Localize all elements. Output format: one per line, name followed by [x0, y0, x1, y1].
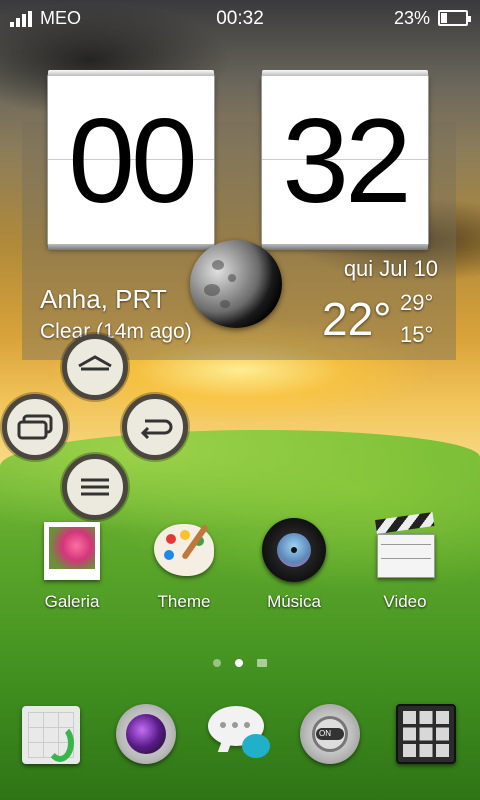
app-drawer-icon[interactable]: [394, 702, 458, 766]
home-button[interactable]: [62, 334, 128, 400]
back-icon: [140, 419, 173, 440]
battery-icon: [438, 10, 471, 26]
music-disc-icon: [262, 518, 326, 582]
messages-icon[interactable]: [206, 702, 270, 766]
app-label: Galeria: [44, 592, 100, 611]
current-temperature: 22°: [322, 293, 392, 345]
app-label: Theme: [157, 592, 211, 611]
status-bar[interactable]: MEO 00:32 23%: [0, 0, 480, 38]
page-dot-active[interactable]: [235, 659, 243, 667]
flip-clock-minutes[interactable]: 32: [262, 70, 428, 250]
clock-minutes: 32: [282, 94, 411, 228]
app-theme[interactable]: Theme: [129, 518, 239, 612]
app-musica[interactable]: Música: [239, 518, 349, 612]
high-temperature: 29°: [400, 290, 434, 315]
clock-hours: 00: [68, 94, 197, 228]
app-label: Música: [267, 592, 321, 611]
page-dot[interactable]: [213, 659, 221, 667]
phone-dialer-icon[interactable]: [20, 702, 84, 766]
camera-icon[interactable]: [114, 702, 178, 766]
app-video[interactable]: Video: [350, 512, 460, 612]
settings-icon[interactable]: ON: [298, 702, 362, 766]
clapperboard-icon: [373, 512, 437, 582]
weather-location: Anha, PRT: [40, 284, 167, 314]
page-indicator[interactable]: [0, 654, 480, 672]
flip-clock-hours[interactable]: 00: [48, 70, 214, 250]
moon-icon: [190, 240, 282, 328]
battery-percentage: 23%: [393, 8, 430, 28]
recent-apps-icon: [17, 414, 53, 440]
home-icon: [78, 355, 112, 371]
low-temperature: 15°: [400, 322, 434, 347]
palette-icon: [152, 518, 216, 582]
recent-apps-button[interactable]: [2, 394, 68, 460]
widget-date: qui Jul 10: [343, 256, 438, 281]
widget-page-icon[interactable]: [257, 659, 267, 667]
back-button[interactable]: [122, 394, 188, 460]
menu-icon: [81, 478, 109, 496]
app-label: Video: [383, 592, 427, 611]
gallery-icon: [40, 518, 104, 582]
weather-condition: Clear (14m ago): [40, 320, 192, 343]
app-galeria[interactable]: Galeria: [17, 518, 127, 612]
menu-button[interactable]: [62, 454, 128, 520]
